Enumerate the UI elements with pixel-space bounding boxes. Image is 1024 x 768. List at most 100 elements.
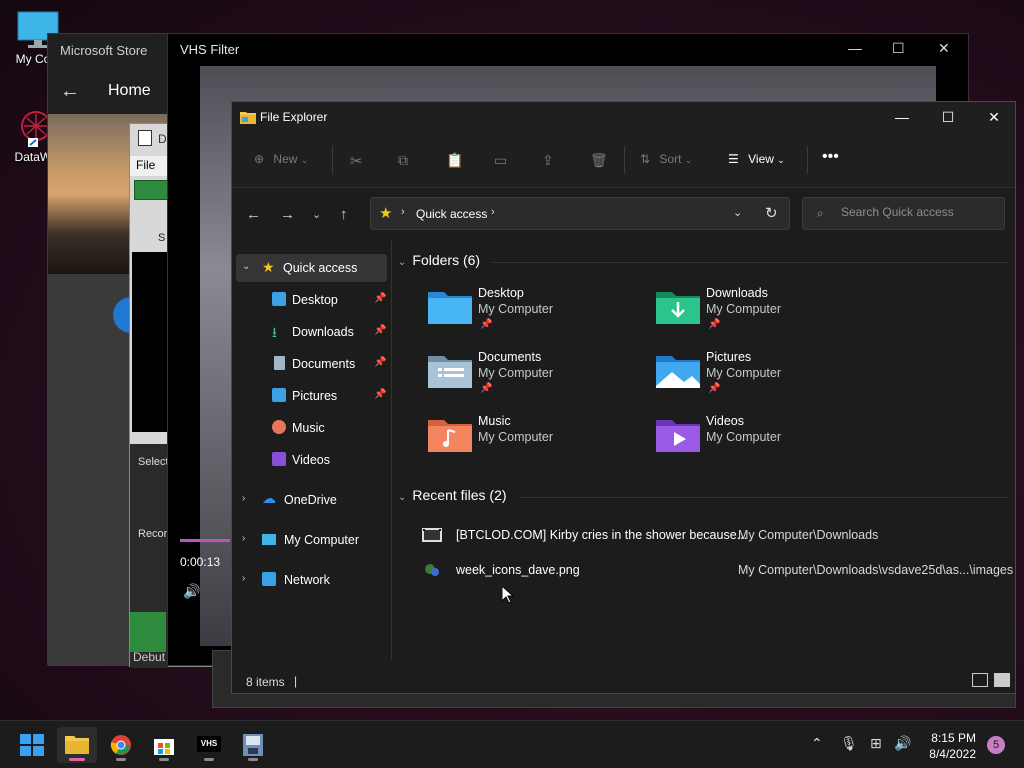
title-bar[interactable]: File Explorer — ☐ ✕ [232,102,1015,132]
chevron-right-icon[interactable]: › [242,533,245,544]
recent-locations-chevron-icon[interactable]: ⌄ [312,208,321,221]
folder-tile-music[interactable]: Music My Computer [428,414,648,470]
sidebar-item-onedrive[interactable]: › ☁ OneDrive [232,486,388,514]
taskbar-debut[interactable] [233,727,273,763]
view-button[interactable]: ☰ View ⌄ [728,152,785,166]
sidebar-item-pictures[interactable]: Pictures 📌 [232,382,388,410]
recent-files-section-header[interactable]: ⌄ Recent files (2) [398,487,507,503]
folder-location: My Computer [706,302,782,316]
pictures-folder-icon [656,356,700,388]
minimize-button[interactable]: — [848,40,862,56]
pin-icon: 📌 [374,389,387,400]
active-indicator [69,758,85,761]
more-options-icon[interactable]: ••• [822,148,839,166]
folder-tile-pictures[interactable]: Pictures My Computer 📌 [656,350,876,406]
folder-name: Videos [706,414,744,428]
chevron-right-icon[interactable]: › [242,493,245,504]
taskbar-vhs-filter[interactable]: VHS [189,727,229,763]
record-button[interactable] [130,612,166,652]
sidebar-item-downloads[interactable]: ⭳ Downloads 📌 [232,318,388,346]
maximize-button[interactable]: ☐ [925,102,971,132]
copy-icon[interactable]: ⧉ [398,152,408,169]
running-indicator [159,758,169,761]
playback-progress[interactable] [180,539,230,542]
chevron-right-icon[interactable]: › [401,206,405,218]
folder-location: My Computer [706,430,782,444]
chevron-up-icon[interactable]: ⌃ [811,735,823,752]
pin-icon: 📌 [374,357,387,368]
cut-icon[interactable]: ✂ [350,152,363,170]
pictures-icon [272,388,286,402]
app-name-label: Debut [133,650,166,664]
volume-icon[interactable]: 🔊 [894,735,911,752]
window-title: File Explorer [260,110,328,124]
folder-tile-videos[interactable]: Videos My Computer [656,414,876,470]
close-button[interactable]: ✕ [938,40,950,57]
tiles-view-icon[interactable] [994,673,1010,687]
back-arrow-icon[interactable]: ← [246,206,261,223]
new-button[interactable]: ⊕ New ⌄ [254,152,308,166]
folder-location: My Computer [706,366,782,380]
running-indicator [204,758,214,761]
folder-tile-desktop[interactable]: Desktop My Computer 📌 [428,286,648,342]
breadcrumb-quick-access[interactable]: Quick access [416,207,487,221]
microphone-icon[interactable]: 🎙 [840,735,858,752]
up-arrow-icon[interactable]: ↑ [340,206,348,223]
sidebar-item-videos[interactable]: Videos [232,446,388,474]
folder-name: Desktop [478,286,524,300]
running-indicator [248,758,258,761]
forward-arrow-icon[interactable]: → [280,206,295,223]
search-icon: ⌕ [817,206,824,220]
folder-location: My Computer [478,302,554,316]
running-indicator [116,758,126,761]
refresh-icon[interactable]: ↻ [765,204,778,222]
taskbar-chrome[interactable] [101,727,141,763]
taskbar-file-explorer[interactable] [57,727,97,763]
menu-file[interactable]: File [136,158,155,172]
search-input[interactable] [841,205,991,219]
rename-icon[interactable]: ▭ [494,152,507,169]
chevron-right-icon[interactable]: › [491,206,495,218]
chevron-right-icon[interactable]: › [242,573,245,584]
details-view-icon[interactable] [972,673,988,687]
notification-badge[interactable]: 5 [987,736,1005,754]
recent-file-row[interactable]: [BTCLOD.COM] Kirby cries in the shower b… [422,525,1012,549]
star-icon: ★ [379,205,393,222]
folder-tile-downloads[interactable]: Downloads My Computer 📌 [656,286,876,342]
back-arrow-icon[interactable]: ← [60,80,80,103]
search-box[interactable]: ⌕ [802,197,1005,230]
sidebar-item-label: Pictures [292,389,338,403]
close-button[interactable]: ✕ [971,102,1017,132]
taskbar-microsoft-store[interactable] [144,727,184,763]
chevron-down-icon[interactable]: ⌄ [733,206,742,219]
sidebar-item-network[interactable]: › Network [232,566,388,594]
sort-button[interactable]: ⇅ Sort ⌄ [640,152,692,166]
recent-file-row[interactable]: week_icons_dave.png My Computer\Download… [422,560,1013,584]
toolbar-label: S [158,232,166,244]
sidebar-item-music[interactable]: Music [232,414,388,442]
item-count: 8 items [246,675,285,689]
documents-folder-icon [428,356,472,388]
sidebar-item-desktop[interactable]: Desktop 📌 [232,286,388,314]
folder-tile-documents[interactable]: Documents My Computer 📌 [428,350,648,406]
volume-icon[interactable]: 🔊 [183,583,200,600]
network-icon[interactable]: ⊞ [870,735,882,752]
sidebar-item-my-computer[interactable]: › My Computer [232,526,388,554]
chevron-down-icon[interactable]: ⌄ [242,261,250,272]
folders-section-header[interactable]: ⌄ Folders (6) [398,252,480,268]
start-button[interactable] [12,727,52,763]
nav-home[interactable]: Home [108,82,151,100]
address-bar[interactable]: ★ › Quick access › ⌄ ↻ [370,197,790,230]
file-explorer-window[interactable]: File Explorer — ☐ ✕ ⊕ New ⌄ ✂ ⧉ 📋 ▭ ⇪ 🗑 … [231,101,1016,694]
minimize-button[interactable]: — [879,102,925,132]
sidebar-item-quick-access[interactable]: ⌄ ★ Quick access [236,254,387,282]
monitor-icon [262,534,276,545]
new-label: New [273,152,298,166]
delete-icon[interactable]: 🗑 [590,152,608,169]
paste-icon[interactable]: 📋 [446,152,463,169]
share-icon[interactable]: ⇪ [542,152,554,169]
folder-name: Music [478,414,511,428]
maximize-button[interactable]: ☐ [892,40,905,57]
sidebar-item-documents[interactable]: Documents 📌 [232,350,388,378]
clock[interactable]: 8:15 PM 8/4/2022 [920,730,976,762]
